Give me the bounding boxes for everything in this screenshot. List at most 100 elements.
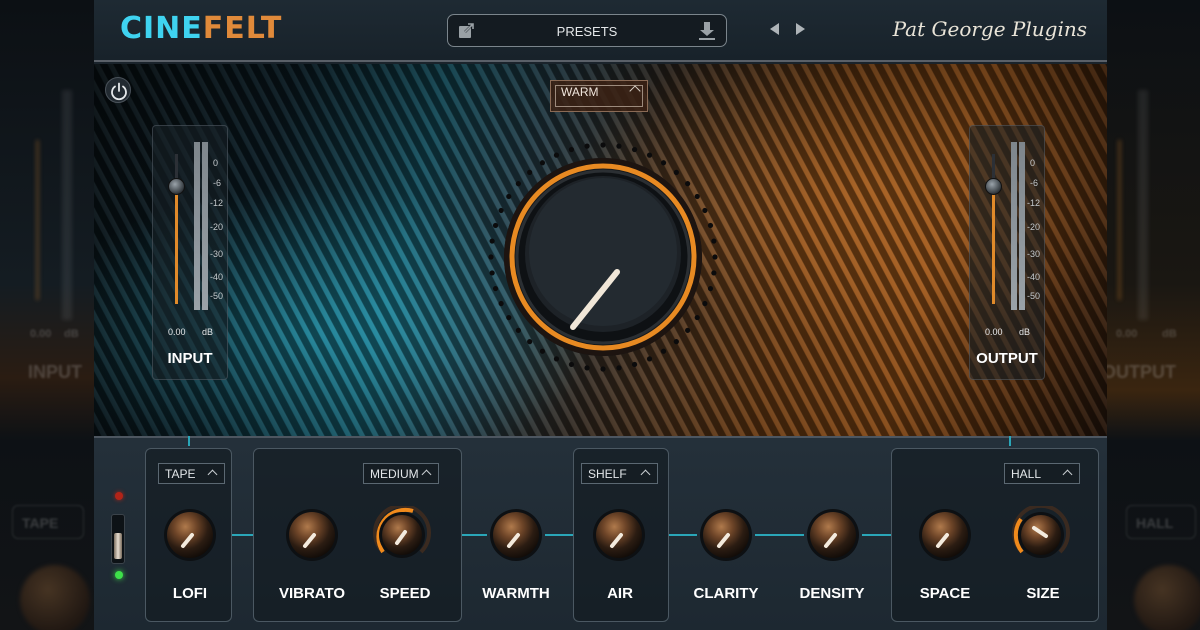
lofi-knob[interactable] <box>161 506 219 564</box>
output-unit: dB <box>1019 327 1031 337</box>
brand-signature: Pat George Plugins <box>892 17 1087 41</box>
speed-label: SPEED <box>379 585 431 602</box>
knob-scale-dot <box>712 254 718 260</box>
vibrato-mode-dropdown[interactable]: MEDIUM <box>363 463 439 484</box>
main-amount-knob[interactable] <box>477 139 729 375</box>
next-preset-icon[interactable] <box>796 23 805 35</box>
scale-tick: 0 <box>1030 158 1036 168</box>
download-icon[interactable] <box>698 21 716 41</box>
power-button[interactable] <box>105 77 131 103</box>
scale-tick: -30 <box>210 249 224 259</box>
vibrato-mode-value[interactable]: MEDIUM <box>370 467 419 481</box>
input-level-bar-l <box>194 142 200 310</box>
input-slider-fill <box>175 188 178 304</box>
input-meter: 0 -6 -12 -20 -30 -40 -50 0.00 dB INPUT <box>152 125 228 380</box>
knob-scale-dot <box>600 142 606 148</box>
density-label: DENSITY <box>799 585 865 602</box>
input-slider-thumb[interactable] <box>168 178 185 195</box>
knob-scale-dot <box>711 238 717 244</box>
space-label: SPACE <box>919 585 971 602</box>
power-icon[interactable] <box>106 78 132 104</box>
scale-tick: -12 <box>210 198 224 208</box>
knob-scale-dot <box>489 238 495 244</box>
connector-stub <box>188 436 190 446</box>
warmth-label: WARMTH <box>482 585 550 602</box>
knob-scale-dot <box>584 365 590 371</box>
right-backdrop: 0.00 dB OUTPUT HALL <box>1106 0 1200 630</box>
ghost-value: 0.00 <box>30 328 52 340</box>
previous-preset-icon[interactable] <box>770 23 779 35</box>
plugin-ui: CINEFELT PRESETS Pat George Plugins WARM… <box>94 0 1107 630</box>
left-backdrop: 0.00 dB INPUT TAPE <box>0 0 94 630</box>
lofi-mode-value[interactable]: TAPE <box>165 467 195 481</box>
ghost-meter-bar <box>62 90 72 320</box>
scale-tick: -20 <box>210 222 224 232</box>
output-value: 0.00 <box>985 327 1003 337</box>
warmth-knob[interactable] <box>487 506 545 564</box>
character-mode-value[interactable]: WARM <box>561 85 599 99</box>
clarity-knob[interactable] <box>697 506 755 564</box>
output-label: OUTPUT <box>976 350 1038 367</box>
air-knob[interactable] <box>590 506 648 564</box>
size-knob[interactable] <box>1012 506 1070 564</box>
ghost-meter-bar <box>1138 90 1148 320</box>
plugin-window: 0.00 dB INPUT TAPE 0.00 dB OUTPUT HALL C… <box>0 0 1200 630</box>
scale-tick: -40 <box>210 272 224 282</box>
bypass-toggle[interactable] <box>111 514 125 564</box>
lofi-mode-dropdown[interactable]: TAPE <box>158 463 225 484</box>
chevron-up-icon[interactable] <box>421 469 432 480</box>
density-knob[interactable] <box>804 506 862 564</box>
character-mode-dropdown[interactable]: WARM <box>550 80 648 112</box>
status-led-green <box>115 571 123 579</box>
toggle-lever[interactable] <box>114 533 122 559</box>
scale-tick: -6 <box>1030 178 1039 188</box>
header-bar: CINEFELT PRESETS Pat George Plugins <box>94 0 1107 62</box>
space-mode-dropdown[interactable]: HALL <box>1004 463 1080 484</box>
chevron-up-icon[interactable] <box>207 469 218 480</box>
output-slider-thumb[interactable] <box>985 178 1002 195</box>
ghost-unit: dB <box>1162 328 1177 340</box>
scale-tick: -20 <box>1027 222 1041 232</box>
ghost-output-label: OUTPUT <box>1106 362 1176 382</box>
input-label: INPUT <box>167 350 213 367</box>
chevron-up-icon[interactable] <box>640 469 651 480</box>
knob-scale-dot <box>600 366 606 372</box>
knob-scale-dot <box>616 143 622 149</box>
ghost-knob <box>20 565 90 630</box>
scale-tick: -50 <box>1027 291 1041 301</box>
scale-tick: -12 <box>1027 198 1041 208</box>
speed-knob[interactable] <box>373 506 431 564</box>
status-led-red <box>115 492 123 500</box>
logo-felt: FELT <box>202 11 283 46</box>
connector-line <box>545 534 573 536</box>
space-knob[interactable] <box>916 506 974 564</box>
scale-tick: -50 <box>210 291 224 301</box>
knob-scale-dot <box>489 270 495 276</box>
ghost-knob <box>1134 565 1200 630</box>
ghost-slider <box>1118 140 1121 300</box>
knob-scale-dot <box>488 254 494 260</box>
input-level-bar-r <box>202 142 208 310</box>
connector-line <box>862 534 891 536</box>
air-mode-value[interactable]: SHELF <box>588 467 627 481</box>
presets-bar[interactable]: PRESETS <box>447 14 727 47</box>
control-panel: TAPE MEDIUM SHELF HALL LOFI VIBRATO SPEE… <box>94 436 1107 630</box>
ghost-input-label: INPUT <box>28 362 82 382</box>
chevron-up-icon[interactable] <box>1062 469 1073 480</box>
space-mode-value[interactable]: HALL <box>1011 467 1041 481</box>
output-slider-fill <box>992 188 995 304</box>
connector-line <box>755 534 804 536</box>
knob-scale-dot <box>584 143 590 149</box>
vibrato-knob[interactable] <box>283 506 341 564</box>
air-mode-dropdown[interactable]: SHELF <box>581 463 658 484</box>
scale-tick: -40 <box>1027 272 1041 282</box>
connector-stub <box>1009 436 1011 446</box>
scale-tick: 0 <box>213 158 219 168</box>
ghost-hall-label: HALL <box>1136 515 1174 531</box>
ghost-slider <box>36 140 39 300</box>
presets-label[interactable]: PRESETS <box>448 24 726 39</box>
connector-line <box>232 534 253 536</box>
input-unit: dB <box>202 327 214 337</box>
scale-tick: -30 <box>1027 249 1041 259</box>
air-label: AIR <box>607 585 633 602</box>
